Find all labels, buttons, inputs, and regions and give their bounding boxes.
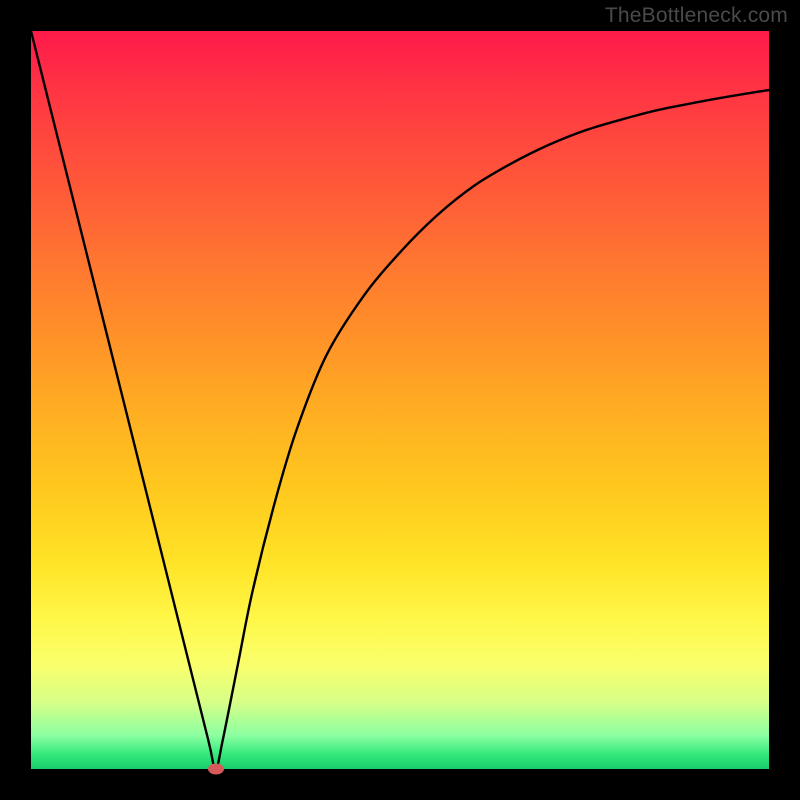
chart-curve-svg	[31, 31, 769, 769]
bottleneck-curve	[31, 31, 769, 769]
chart-frame: TheBottleneck.com	[0, 0, 800, 800]
chart-plot-area	[31, 31, 769, 769]
watermark-text: TheBottleneck.com	[605, 4, 788, 28]
optimal-point-marker	[208, 764, 224, 775]
